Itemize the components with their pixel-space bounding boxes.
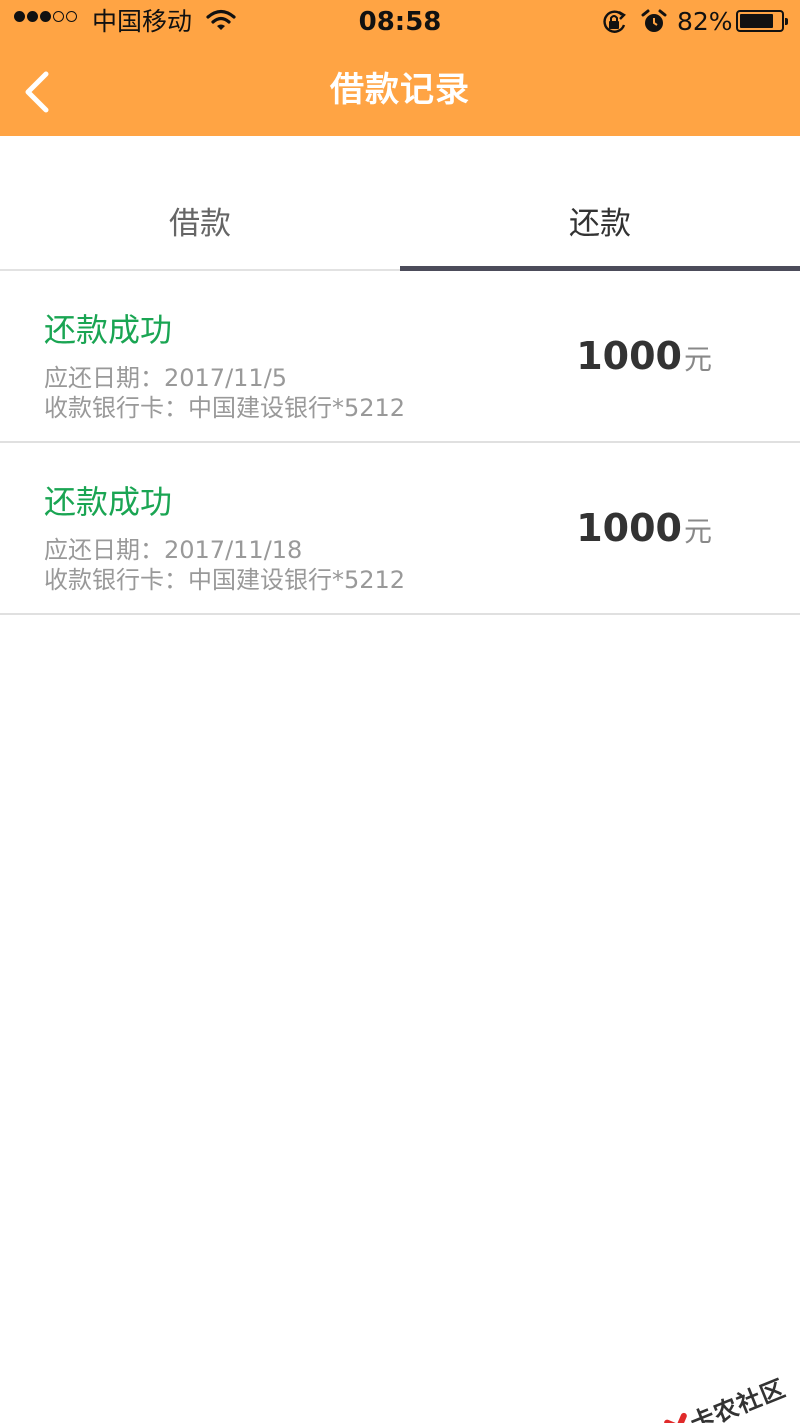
bank-card-value: 中国建设银行*5212 — [188, 394, 406, 422]
nav-bar: 借款记录 — [0, 46, 800, 136]
amount-value: 1000 — [576, 506, 682, 550]
amount: 1000 元 — [576, 333, 712, 383]
watermark: 卡农社区 — [660, 1369, 790, 1423]
tab-borrow[interactable]: 借款 — [0, 176, 400, 271]
due-date-value: 2017/11/5 — [164, 364, 288, 392]
amount-value: 1000 — [576, 334, 682, 378]
due-date-label: 应还日期： — [44, 536, 164, 564]
bank-card-label: 收款银行卡： — [44, 566, 188, 594]
bank-card-line: 收款银行卡：中国建设银行*5212 — [44, 393, 405, 423]
status-bar: 中国移动 08:58 82% — [0, 0, 800, 46]
watermark-text: 卡农社区 — [686, 1374, 790, 1423]
amount: 1000 元 — [576, 505, 712, 555]
tab-repay[interactable]: 还款 — [400, 176, 800, 271]
battery-percent: 82% — [677, 7, 733, 36]
amount-unit: 元 — [683, 515, 712, 548]
rotation-lock-icon — [600, 9, 628, 39]
bank-card-line: 收款银行卡：中国建设银行*5212 — [44, 565, 405, 595]
list-item[interactable]: 还款成功 应还日期：2017/11/5 收款银行卡：中国建设银行*5212 10… — [0, 271, 800, 443]
alarm-icon — [640, 8, 668, 40]
bank-card-label: 收款银行卡： — [44, 394, 188, 422]
due-date-line: 应还日期：2017/11/5 — [44, 363, 287, 393]
battery-icon — [736, 10, 788, 32]
repay-status: 还款成功 — [44, 483, 173, 521]
list-item[interactable]: 还款成功 应还日期：2017/11/18 收款银行卡：中国建设银行*5212 1… — [0, 443, 800, 615]
bank-card-value: 中国建设银行*5212 — [188, 566, 406, 594]
amount-unit: 元 — [683, 343, 712, 376]
repay-status: 还款成功 — [44, 311, 173, 349]
due-date-label: 应还日期： — [44, 364, 164, 392]
due-date-line: 应还日期：2017/11/18 — [44, 535, 302, 565]
header: 中国移动 08:58 82% 借款记录 — [0, 0, 800, 136]
due-date-value: 2017/11/18 — [164, 536, 303, 564]
page-title: 借款记录 — [330, 70, 470, 110]
tab-bar: 借款 还款 — [0, 176, 800, 271]
